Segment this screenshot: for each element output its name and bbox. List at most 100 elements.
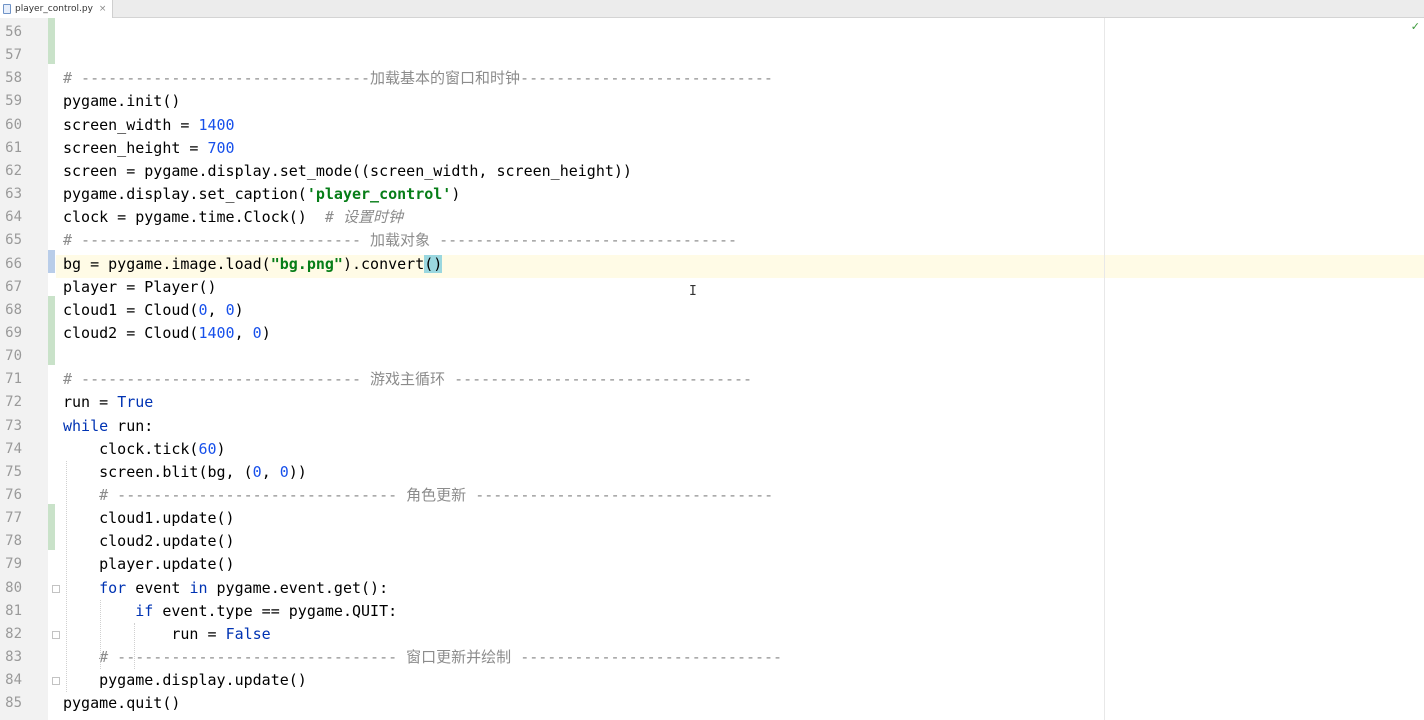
line-number: 85 <box>5 695 22 712</box>
code-token: clock.tick( <box>63 439 199 458</box>
indent-guide <box>134 622 135 670</box>
code-line[interactable]: run = False <box>63 623 271 646</box>
line-number: 68 <box>5 301 22 318</box>
change-markers <box>48 18 56 720</box>
code-token: ) <box>261 323 271 342</box>
line-number: 75 <box>5 463 22 480</box>
right-margin-guide <box>1104 18 1105 720</box>
code-line[interactable]: bg = pygame.image.load("bg.png").convert… <box>63 253 443 276</box>
line-number: 60 <box>5 116 22 133</box>
code-token: ) <box>451 185 461 204</box>
code-line[interactable]: cloud1 = Cloud(0, 0) <box>63 299 244 322</box>
line-number: 71 <box>5 371 22 388</box>
line-number: 80 <box>5 579 22 596</box>
code-token: screen_height = <box>63 138 208 157</box>
code-line[interactable]: # ------------------------------- 角色更新 -… <box>63 484 773 507</box>
line-number: 56 <box>5 24 22 40</box>
check-mark-icon[interactable]: ✓ <box>1411 20 1420 33</box>
code-line[interactable]: pygame.display.set_caption('player_contr… <box>63 183 460 206</box>
code-line[interactable]: clock.tick(60) <box>63 438 226 461</box>
line-number: 65 <box>5 232 22 249</box>
fold-open-icon[interactable] <box>52 584 60 593</box>
code-token: pygame.event.get(): <box>207 578 389 597</box>
code-token: , <box>261 462 280 481</box>
code-token: pygame.display.set_caption( <box>63 185 307 204</box>
line-number: 74 <box>5 440 22 457</box>
code-token: cloud2.update() <box>63 532 235 551</box>
code-token: # ------------------------------- 加载对象 -… <box>63 231 738 250</box>
code-token: cloud2 = Cloud( <box>63 323 199 342</box>
code-line[interactable]: screen = pygame.display.set_mode((screen… <box>63 160 632 183</box>
line-number: 63 <box>5 186 22 203</box>
code-line[interactable]: screen.blit(bg, (0, 0)) <box>63 461 307 484</box>
code-token: run: <box>108 416 154 435</box>
python-file-icon <box>3 4 11 14</box>
fold-close-icon[interactable] <box>52 630 60 639</box>
text-cursor-icon: I <box>689 284 697 299</box>
code-line[interactable]: # --------------------------------加载基本的窗… <box>63 67 773 90</box>
vcs-change-marker[interactable] <box>48 249 55 273</box>
line-number: 77 <box>5 510 22 527</box>
code-token: 0 <box>252 323 262 342</box>
line-number: 82 <box>5 625 22 642</box>
code-token: 0 <box>252 462 262 481</box>
code-token: # ------------------------------- 窗口更新并绘… <box>63 648 783 667</box>
vcs-change-marker[interactable] <box>48 18 55 65</box>
line-number: 61 <box>5 139 22 156</box>
code-token: cloud1.update() <box>63 509 235 528</box>
vcs-change-marker[interactable] <box>48 295 55 366</box>
vcs-change-marker[interactable] <box>48 504 55 551</box>
code-token: screen.blit(bg, ( <box>63 462 253 481</box>
code-token: 60 <box>198 439 217 458</box>
line-number: 79 <box>5 556 22 573</box>
code-line[interactable]: cloud1.update() <box>63 507 235 530</box>
code-token: # ------------------------------- 角色更新 -… <box>63 486 774 504</box>
code-line[interactable]: cloud2.update() <box>63 530 235 553</box>
code-line[interactable]: screen_width = 1400 <box>63 114 235 137</box>
editor-tab-bar: player_control.py × <box>0 0 1424 18</box>
line-number: 72 <box>5 394 22 411</box>
code-token: if <box>135 601 154 620</box>
code-token: 1400 <box>198 115 235 134</box>
code-token: ) <box>216 439 226 458</box>
code-line[interactable]: cloud2 = Cloud(1400, 0) <box>63 322 271 345</box>
line-number: 81 <box>5 602 22 619</box>
code-token: # --------------------------------加载基本的窗… <box>63 69 773 88</box>
code-line[interactable]: # ------------------------------- 游戏主循环 … <box>63 368 752 391</box>
code-token: # ------------------------------- 游戏主循环 … <box>63 370 753 389</box>
tab-player-control[interactable]: player_control.py × <box>0 0 114 18</box>
line-number: 69 <box>5 324 22 341</box>
code-token: # 设置时钟 <box>324 208 403 227</box>
code-token: pygame.quit() <box>63 694 181 713</box>
code-line[interactable]: player = Player() <box>63 276 217 299</box>
fold-close-icon[interactable] <box>52 677 60 686</box>
code-line[interactable]: # ------------------------------- 窗口更新并绘… <box>63 646 782 669</box>
code-line[interactable]: run = True <box>63 391 153 414</box>
code-token: 700 <box>207 138 235 157</box>
code-token: , <box>234 323 253 342</box>
code-line[interactable]: player.update() <box>63 553 234 576</box>
code-line[interactable]: while run: <box>63 415 153 438</box>
code-line[interactable]: # ------------------------------- 加载对象 -… <box>63 229 737 252</box>
code-token: event.type == pygame.QUIT: <box>153 601 398 620</box>
code-line[interactable]: clock = pygame.time.Clock() # 设置时钟 <box>63 206 403 229</box>
code-token: in <box>189 578 208 597</box>
code-token: 1400 <box>198 323 235 342</box>
line-number: 83 <box>5 649 22 666</box>
indent-guide <box>66 460 67 693</box>
code-line[interactable]: pygame.quit() <box>63 692 180 715</box>
code-token: , <box>207 300 226 319</box>
code-line[interactable]: if event.type == pygame.QUIT: <box>63 600 397 623</box>
code-token: ) <box>234 300 244 319</box>
code-line[interactable]: pygame.init() <box>63 90 180 113</box>
code-token: False <box>225 624 271 643</box>
code-line[interactable]: screen_height = 700 <box>63 137 235 160</box>
line-number: 66 <box>5 255 22 272</box>
code-token: for <box>99 578 127 597</box>
code-line[interactable]: pygame.display.update() <box>63 669 307 692</box>
line-number: 84 <box>5 672 22 689</box>
code-line[interactable]: for event in pygame.event.get(): <box>63 577 388 600</box>
code-token: )) <box>288 462 307 481</box>
close-icon[interactable]: × <box>99 4 107 14</box>
code-token: clock = pygame.time.Clock() <box>63 208 325 227</box>
